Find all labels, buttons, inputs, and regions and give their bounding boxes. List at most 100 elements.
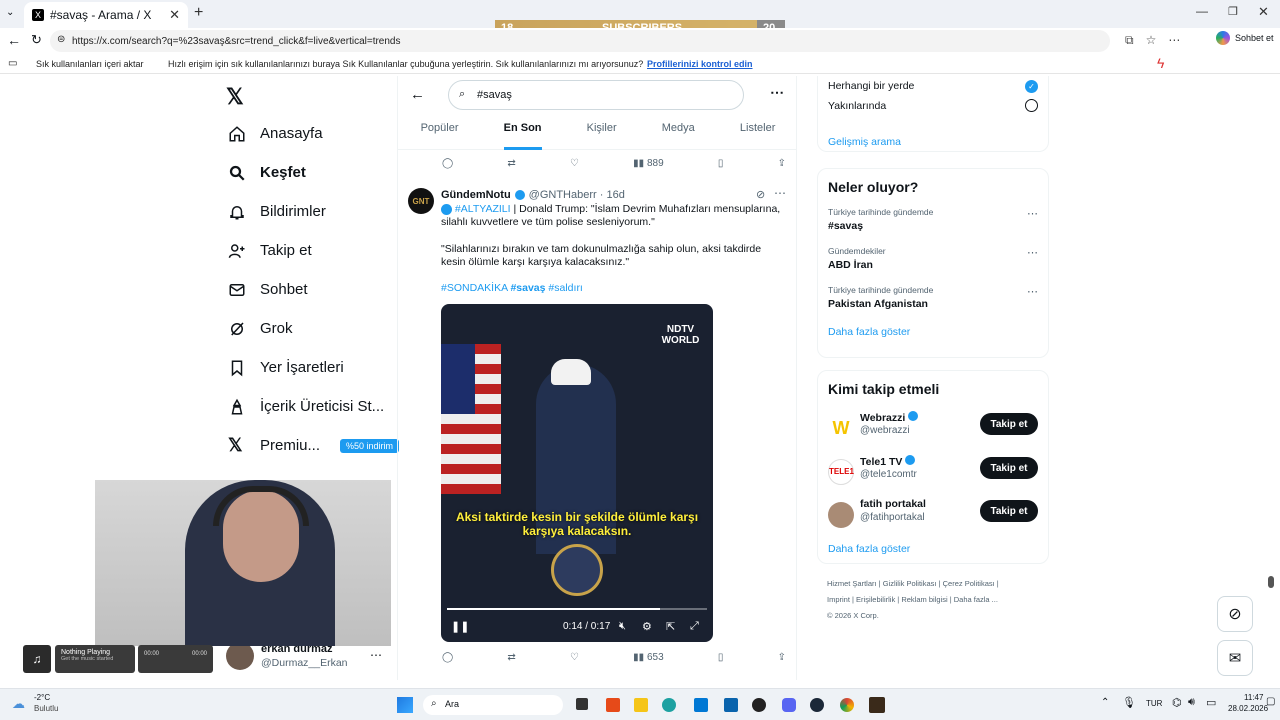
close-window-icon[interactable]: ✕: [1258, 4, 1269, 20]
x-logo-icon[interactable]: 𝕏: [226, 84, 244, 110]
tab-list-icon[interactable]: ⌄: [6, 7, 14, 18]
network-icon[interactable]: ⌬: [1172, 696, 1182, 709]
profiles-link[interactable]: Profillerinizi kontrol edin: [647, 59, 753, 69]
follow-button[interactable]: Takip et: [980, 413, 1038, 435]
footer-terms[interactable]: Hizmet Şartları: [827, 579, 877, 588]
trend-more-icon[interactable]: ⋯: [1027, 285, 1038, 298]
trends-show-more[interactable]: Daha fazla göster: [828, 326, 1038, 338]
tweet-author-name[interactable]: GündemNotu: [441, 189, 511, 201]
clock-date[interactable]: 28.02.2026: [1228, 704, 1268, 713]
hashtag-saldiri[interactable]: #saldırı: [548, 282, 582, 294]
checked-radio-icon[interactable]: ✓: [1025, 80, 1038, 93]
trend-item[interactable]: Türkiye tarihinde gündemde #savaş ⋯: [828, 207, 1038, 232]
close-tab-icon[interactable]: ✕: [169, 7, 180, 23]
trend-more-icon[interactable]: ⋯: [1027, 246, 1038, 259]
footer-more[interactable]: Daha fazla ...: [954, 595, 998, 604]
tweet-avatar[interactable]: GNT: [408, 188, 434, 214]
views-icon[interactable]: ▮▮ 889: [633, 158, 663, 169]
nav-chat[interactable]: Sohbet: [220, 270, 400, 309]
app-icon[interactable]: [606, 698, 620, 712]
retweet-icon[interactable]: ⇄: [507, 158, 515, 169]
footer-accessibility[interactable]: Erişilebilirlik: [856, 595, 895, 604]
nav-premium[interactable]: 𝕏 Premiu... %50 indirim: [220, 426, 400, 465]
notifications-icon[interactable]: ▢: [1266, 696, 1275, 707]
user-avatar[interactable]: [226, 642, 254, 670]
grok-float-button[interactable]: ⊘: [1217, 596, 1253, 632]
page-scrollbar[interactable]: [1268, 576, 1274, 588]
footer-ads-info[interactable]: Reklam bilgisi: [901, 595, 947, 604]
share-icon[interactable]: ⇪: [778, 158, 786, 169]
user-handle[interactable]: @Durmaz__Erkan: [261, 657, 348, 669]
settings-icon[interactable]: ⚙: [642, 620, 652, 633]
volume-icon[interactable]: 🔊︎: [1188, 696, 1195, 709]
tab-latest[interactable]: En Son: [503, 120, 542, 150]
favorites-icon[interactable]: ☆: [1146, 33, 1157, 48]
empty-radio-icon[interactable]: [1025, 99, 1038, 112]
more-icon[interactable]: ⋯: [1168, 33, 1180, 48]
tab-people[interactable]: Kişiler: [587, 120, 617, 149]
back-icon[interactable]: ←: [7, 32, 21, 48]
browser-tab[interactable]: X #savaş - Arama / X ✕: [24, 2, 188, 28]
game-icon[interactable]: [869, 697, 885, 713]
copilot-icon[interactable]: [1216, 31, 1230, 45]
tweet-share-icon[interactable]: ⇪: [778, 652, 786, 663]
task-view-icon[interactable]: [576, 698, 588, 710]
tweet-more-icon[interactable]: ⋯: [774, 186, 786, 200]
maximize-icon[interactable]: ❐: [1228, 5, 1238, 18]
nav-creator-studio[interactable]: İçerik Üreticisi St...: [220, 387, 400, 426]
tab-lists[interactable]: Listeler: [740, 120, 775, 149]
file-explorer-icon[interactable]: [634, 698, 648, 712]
footer-cookies[interactable]: Çerez Politikası: [943, 579, 995, 588]
trend-item[interactable]: Türkiye tarihinde gündemde Pakistan Afga…: [828, 285, 1038, 310]
battery-icon[interactable]: ▭: [1206, 696, 1216, 709]
search-input[interactable]: ⌕ #savaş: [448, 80, 744, 110]
clock-time[interactable]: 11:47: [1244, 693, 1263, 702]
taskbar-search[interactable]: ⌕ Ara: [423, 695, 563, 715]
follow-button[interactable]: Takip et: [980, 500, 1038, 522]
hashtag-altyazili[interactable]: #ALTYAZILI: [455, 203, 511, 215]
minimize-icon[interactable]: —: [1196, 4, 1208, 18]
follow-show-more[interactable]: Daha fazla göster: [828, 543, 910, 555]
video-progress-track[interactable]: [447, 608, 707, 610]
advanced-search-link[interactable]: Gelişmiş arama: [828, 136, 1038, 148]
trend-item[interactable]: Gündemdekiler ABD İran ⋯: [828, 246, 1038, 271]
weather-icon[interactable]: ☁: [12, 696, 25, 712]
trend-more-icon[interactable]: ⋯: [1027, 207, 1038, 220]
refresh-icon[interactable]: ↻: [31, 32, 42, 48]
tweet-retweet-icon[interactable]: ⇄: [507, 652, 515, 663]
hashtag-savas[interactable]: #savaş: [510, 282, 545, 294]
location-near-option[interactable]: Yakınlarında: [828, 100, 1038, 120]
account-menu-icon[interactable]: ⋯: [370, 648, 382, 662]
copilot-chat-label[interactable]: Sohbet et: [1235, 33, 1274, 43]
tweet-reply-icon[interactable]: ◯: [442, 652, 453, 663]
nav-bookmarks[interactable]: Yer İşaretleri: [220, 348, 400, 387]
nav-notifications[interactable]: Bildirimler: [220, 192, 400, 231]
hashtag-sondakika[interactable]: #SONDAKİKA: [441, 282, 508, 294]
tweet-views-icon[interactable]: ▮▮ 653: [633, 652, 663, 663]
tweet-video[interactable]: NDTV WORLD Aksi taktirde kesin bir şekil…: [441, 304, 713, 642]
more-options-icon[interactable]: ⋯: [770, 84, 784, 101]
reply-icon[interactable]: ◯: [442, 158, 453, 169]
follow-suggestion[interactable]: W Webrazzi @webrazzi Takip et: [828, 411, 1038, 445]
messages-float-button[interactable]: ✉: [1217, 640, 1253, 676]
pause-icon[interactable]: ❚❚: [451, 620, 469, 633]
language-indicator[interactable]: TUR: [1146, 699, 1162, 708]
footer-privacy[interactable]: Gizlilik Politikası: [883, 579, 937, 588]
tweet-handle[interactable]: @GNTHaberr · 16d: [529, 189, 625, 201]
outlook-icon[interactable]: [724, 698, 738, 712]
obs-icon[interactable]: [752, 698, 766, 712]
microphone-icon[interactable]: 🎙︎: [1122, 696, 1136, 709]
follow-suggestion[interactable]: fatih portakal @fatihportakal Takip et: [828, 498, 1038, 532]
music-note-icon[interactable]: ♫: [23, 645, 51, 673]
site-info-icon[interactable]: ⊜: [57, 34, 65, 45]
follow-suggestion[interactable]: TELE1 Tele1 TV @tele1comtr Takip et: [828, 455, 1038, 489]
edge-icon[interactable]: [662, 698, 676, 712]
nav-follow[interactable]: Takip et: [220, 231, 400, 270]
nav-grok[interactable]: Grok: [220, 309, 400, 348]
extensions-icon[interactable]: ⧉: [1125, 33, 1134, 48]
like-icon[interactable]: ♡: [570, 158, 579, 169]
footer-imprint[interactable]: Imprint: [827, 595, 850, 604]
bookmark-action-icon[interactable]: ▯: [718, 158, 724, 169]
discord-icon[interactable]: [782, 698, 796, 712]
address-bar[interactable]: ⊜ https://x.com/search?q=%23savaş&src=tr…: [50, 30, 1110, 52]
